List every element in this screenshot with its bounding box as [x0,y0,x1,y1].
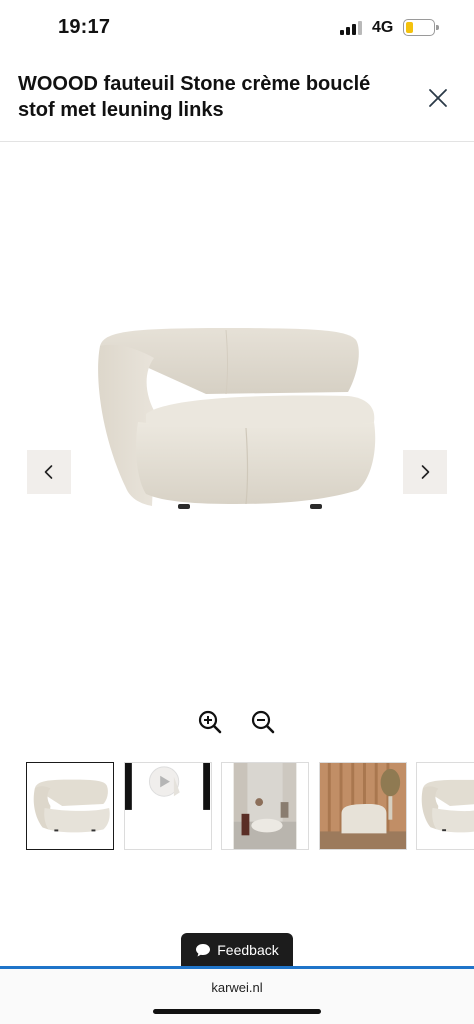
feedback-label: Feedback [217,942,279,958]
thumbnail-video[interactable] [124,762,212,850]
close-button[interactable] [424,84,452,112]
feedback-button[interactable]: Feedback [181,933,293,967]
zoom-out-icon [251,710,275,734]
product-title: WOOOD fauteuil Stone crème bouclé stof m… [18,73,371,121]
thumbnail-armchair-image [27,763,113,849]
thumbnail-wood-wall-room-image [320,763,406,849]
image-gallery [0,143,474,698]
status-bar: 19:17 4G [0,0,474,56]
zoom-in-icon [198,710,222,734]
battery-icon [403,19,439,36]
thumbnail-strip [0,762,474,852]
zoom-in-button[interactable] [197,709,223,735]
speech-bubble-icon [196,944,211,957]
previous-image-button[interactable] [27,450,71,494]
thumbnail-living-room[interactable] [221,762,309,850]
status-time: 19:17 [58,16,111,38]
url-text[interactable]: karwei.nl [0,980,474,995]
thumbnail-armchair-2[interactable] [416,762,474,850]
close-icon [429,89,447,107]
thumbnail-video-image [125,763,211,849]
signal-strength-icon [340,21,366,35]
browser-url-bar[interactable]: karwei.nl [0,969,474,1024]
thumbnail-wood-wall-room[interactable] [319,762,407,850]
thumbnail-armchair[interactable] [26,762,114,850]
chevron-right-icon [421,465,430,479]
product-image[interactable] [86,318,386,528]
thumbnail-armchair-2-image [417,763,474,849]
network-type: 4G [372,19,394,36]
next-image-button[interactable] [403,450,447,494]
home-indicator[interactable] [153,1009,321,1014]
product-header: WOOOD fauteuil Stone crème bouclé stof m… [0,60,474,142]
thumbnail-living-room-image [222,763,308,849]
chevron-left-icon [44,465,53,479]
zoom-out-button[interactable] [250,709,276,735]
